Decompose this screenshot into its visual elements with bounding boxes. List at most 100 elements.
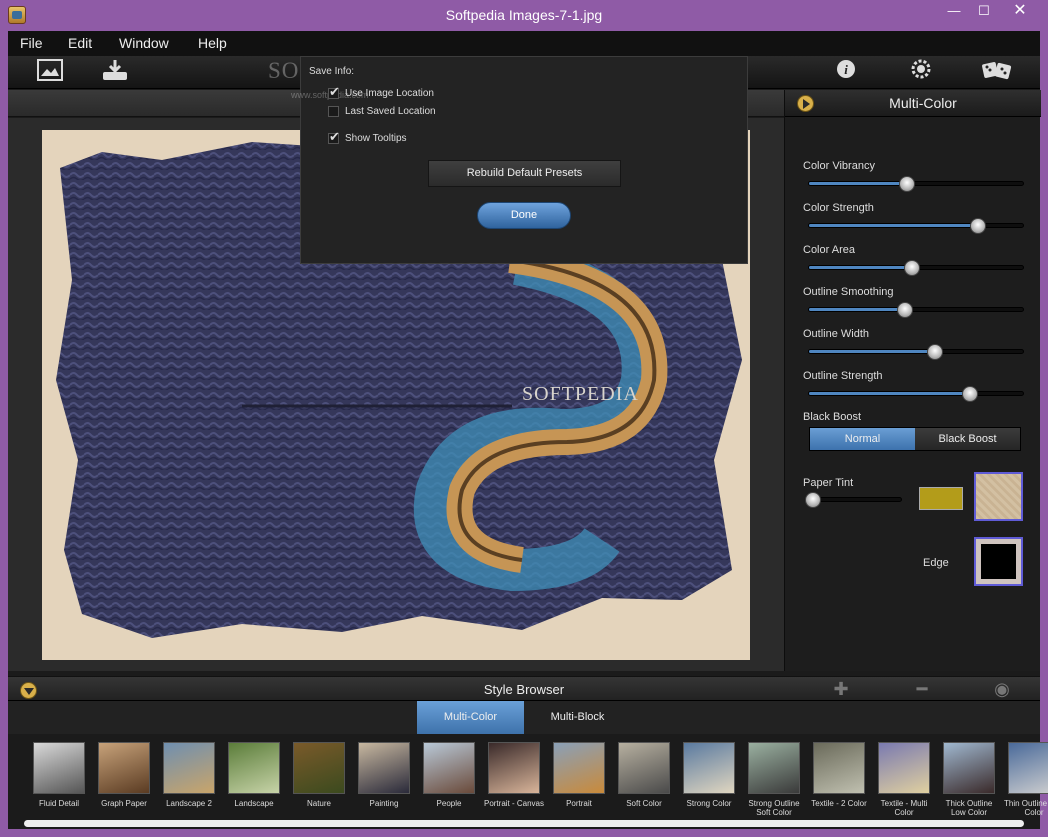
slider-knob[interactable] — [970, 218, 987, 234]
menu-window[interactable]: Window — [119, 35, 169, 51]
preset-thumbnail[interactable]: Textile - Multi Color — [873, 742, 935, 817]
outline-smoothing-slider[interactable] — [808, 302, 1024, 318]
menu-help[interactable]: Help — [198, 35, 227, 51]
preset-image — [98, 742, 150, 794]
paper-tint-slider[interactable] — [804, 492, 902, 508]
preset-label: Landscape — [234, 799, 274, 808]
preset-label: People — [436, 799, 462, 808]
preset-image — [423, 742, 475, 794]
info-icon[interactable]: i — [831, 59, 861, 85]
slider-knob[interactable] — [961, 386, 978, 402]
preset-thumbnail[interactable]: People — [418, 742, 480, 808]
black-boost-option[interactable]: Black Boost — [915, 428, 1020, 450]
color-strength-slider[interactable] — [808, 218, 1024, 234]
tab-multi-block[interactable]: Multi-Block — [524, 701, 631, 734]
outline-smoothing-label: Outline Smoothing — [803, 286, 894, 298]
preset-label: Graph Paper — [101, 799, 147, 808]
normal-option[interactable]: Normal — [810, 428, 915, 450]
preset-label: Textile - 2 Color — [811, 799, 867, 808]
check-icon: ✔ — [329, 84, 340, 99]
slider-fill — [809, 266, 912, 269]
preset-image — [488, 742, 540, 794]
preset-thumbnail[interactable]: Portrait — [548, 742, 610, 808]
panel-title: Multi-Color — [889, 95, 957, 111]
settings-icon[interactable] — [906, 59, 936, 85]
maximize-button[interactable]: ☐ — [969, 0, 999, 24]
preset-image — [943, 742, 995, 794]
preset-label: Thin Outline Low Color — [1003, 799, 1048, 817]
horizontal-scrollbar[interactable] — [24, 820, 1024, 827]
style-browser-header: Style Browser ✚ ━ ◉ — [8, 676, 1040, 701]
preset-image — [618, 742, 670, 794]
show-tooltips-label: Show Tooltips — [345, 133, 407, 144]
preset-thumbnail-strip: Fluid Detail Graph Paper Landscape 2 Landsc… — [8, 734, 1048, 829]
slider-knob[interactable] — [899, 176, 916, 192]
save-icon[interactable] — [100, 59, 130, 85]
preset-thumbnail[interactable]: Graph Paper — [93, 742, 155, 808]
preset-label: Thick Outline Low Color — [945, 799, 993, 817]
color-area-slider[interactable] — [808, 260, 1024, 276]
slider-fill — [809, 392, 970, 395]
preset-image — [683, 742, 735, 794]
slider-knob[interactable] — [897, 302, 914, 318]
svg-text:i: i — [844, 62, 848, 77]
preset-label: Textile - Multi Color — [880, 799, 928, 817]
slider-knob[interactable] — [804, 492, 821, 508]
open-image-icon[interactable] — [35, 59, 65, 85]
preset-thumbnail[interactable]: Soft Color — [613, 742, 675, 808]
preset-thumbnail[interactable]: Fluid Detail — [28, 742, 90, 808]
paper-tint-color-swatch[interactable] — [919, 487, 963, 510]
preset-thumbnail[interactable]: Landscape 2 — [158, 742, 220, 808]
rebuild-default-presets-button[interactable]: Rebuild Default Presets — [428, 160, 621, 187]
slider-knob[interactable] — [927, 344, 944, 360]
tab-multi-color[interactable]: Multi-Color — [417, 701, 524, 734]
menu-file[interactable]: File — [20, 35, 43, 51]
outline-width-slider[interactable] — [808, 344, 1024, 360]
slider-fill — [809, 224, 979, 227]
style-tabs: Multi-Color Multi-Block — [417, 701, 631, 734]
slider-fill — [809, 308, 906, 311]
paper-texture-thumbnail[interactable] — [974, 472, 1023, 521]
last-saved-location-checkbox[interactable] — [328, 106, 339, 117]
black-boost-label: Black Boost — [803, 411, 862, 423]
show-tooltips-checkbox[interactable]: ✔ — [328, 129, 340, 144]
panel-header: Multi-Color — [785, 90, 1041, 117]
save-info-label: Save Info: — [309, 66, 355, 77]
svg-text:SOFTPEDIA: SOFTPEDIA — [522, 383, 639, 405]
add-icon[interactable]: ✚ — [831, 679, 851, 699]
minimize-button[interactable]: — — [939, 0, 969, 24]
preset-thumbnail[interactable]: Strong Color — [678, 742, 740, 808]
preset-image — [748, 742, 800, 794]
refresh-icon[interactable]: ◉ — [992, 679, 1012, 699]
preset-label: Fluid Detail — [38, 799, 79, 808]
preset-label: Nature — [306, 799, 331, 808]
preset-thumbnail[interactable]: Portrait - Canvas — [483, 742, 545, 808]
color-vibrancy-slider[interactable] — [808, 176, 1024, 192]
preset-thumbnail[interactable]: Thick Outline Low Color — [938, 742, 1000, 817]
preset-thumbnail[interactable]: Painting — [353, 742, 415, 808]
remove-icon[interactable]: ━ — [912, 679, 932, 699]
preset-thumbnail[interactable]: Strong Outline Soft Color — [743, 742, 805, 817]
preset-thumbnail[interactable]: Landscape — [223, 742, 285, 808]
preset-label: Portrait — [566, 799, 592, 808]
preset-label: Strong Color — [686, 799, 732, 808]
slider-knob[interactable] — [903, 260, 920, 276]
menu-edit[interactable]: Edit — [68, 35, 92, 51]
title-bar: Softpedia Images-7-1.jpg — ☐ ✕ — [0, 0, 1048, 31]
done-button[interactable]: Done — [477, 202, 571, 229]
color-strength-label: Color Strength — [803, 202, 874, 214]
preset-image — [163, 742, 215, 794]
use-image-location-checkbox[interactable]: ✔ — [328, 84, 340, 99]
close-button[interactable]: ✕ — [999, 0, 1041, 24]
preset-image — [553, 742, 605, 794]
preset-thumbnail[interactable]: Thin Outline Low Color — [1003, 742, 1048, 817]
preset-label: Landscape 2 — [166, 799, 212, 808]
black-boost-toggle: Normal Black Boost — [809, 427, 1021, 451]
check-icon: ✔ — [329, 129, 340, 144]
random-dice-icon[interactable] — [980, 59, 1014, 85]
preset-thumbnail[interactable]: Nature — [288, 742, 350, 808]
outline-strength-slider[interactable] — [808, 386, 1024, 402]
edge-texture-thumbnail[interactable] — [974, 537, 1023, 586]
menu-bar: File Edit Window Help — [8, 31, 1040, 56]
preset-thumbnail[interactable]: Textile - 2 Color — [808, 742, 870, 808]
